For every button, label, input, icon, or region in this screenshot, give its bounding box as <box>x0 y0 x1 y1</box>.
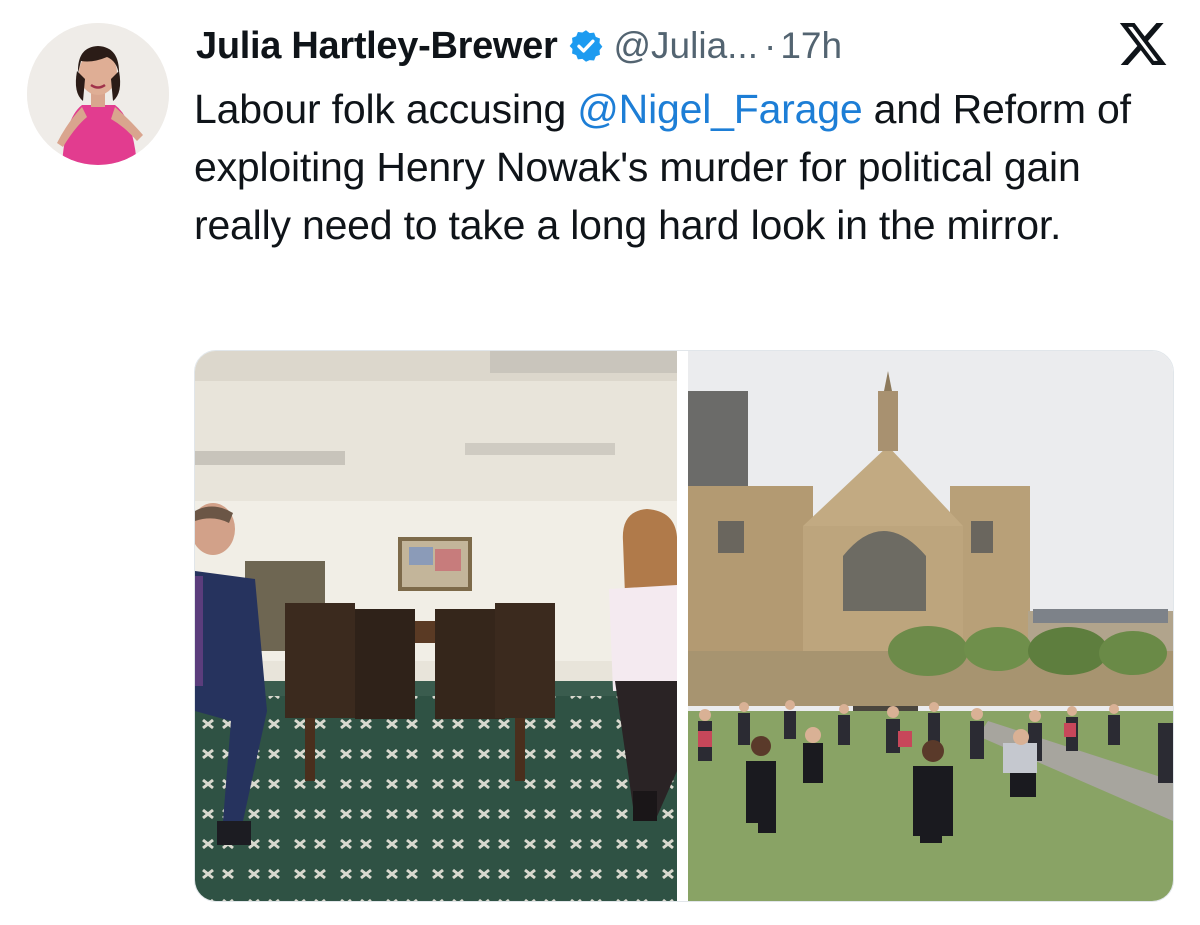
x-logo-icon[interactable] <box>1117 18 1169 70</box>
author-avatar[interactable] <box>27 23 169 165</box>
media-image-office[interactable] <box>195 351 677 901</box>
header-separator: · <box>764 25 777 66</box>
author-handle[interactable]: @Julia... <box>614 25 759 67</box>
tweet-text-start: Labour folk accusing <box>194 86 578 132</box>
tweet-header: Julia Hartley-Brewer @Julia... · 17h <box>196 20 842 72</box>
author-name[interactable]: Julia Hartley-Brewer <box>196 25 558 68</box>
tweet-timestamp[interactable]: 17h <box>780 25 842 67</box>
mention-link[interactable]: @Nigel_Farage <box>577 86 862 132</box>
media-image-courtyard[interactable] <box>688 351 1173 901</box>
tweet-text: Labour folk accusing @Nigel_Farage and R… <box>194 80 1154 254</box>
verified-badge-icon <box>568 28 604 64</box>
tweet-media <box>194 350 1174 902</box>
